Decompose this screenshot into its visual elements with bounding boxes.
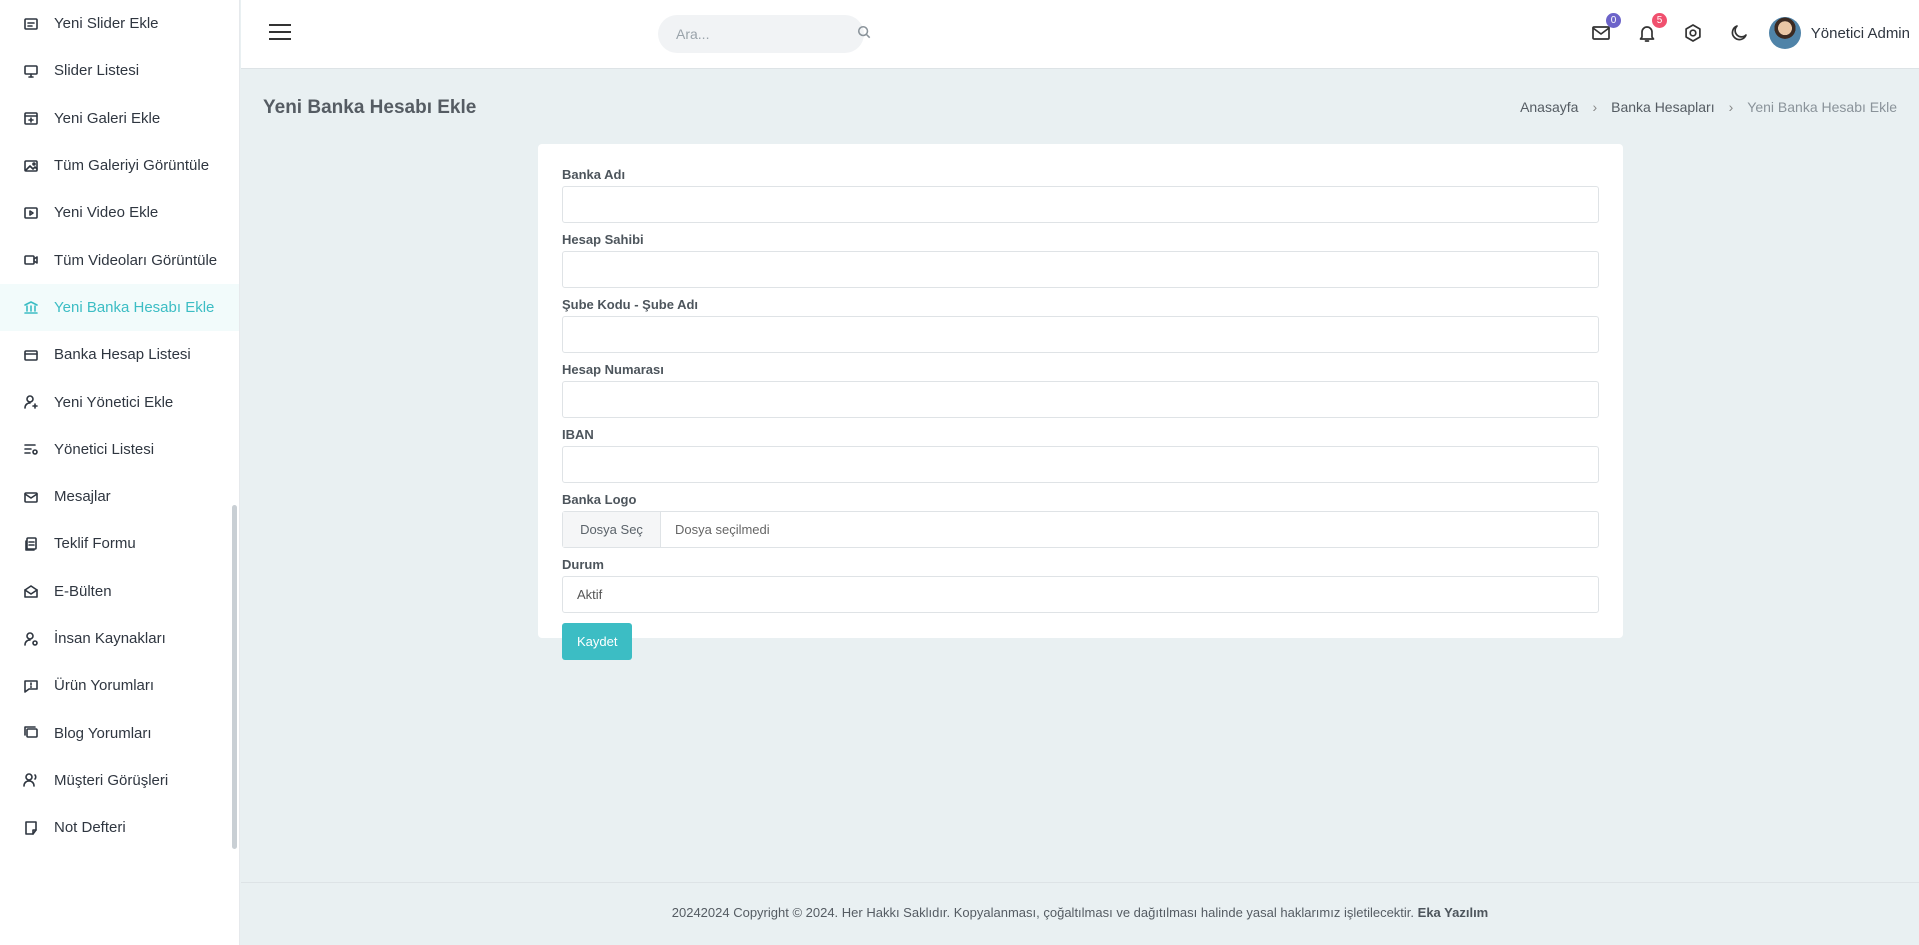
user-name: Yönetici Admin	[1810, 24, 1910, 42]
bank-name-label: Banka Adı	[562, 167, 626, 182]
footer-company: Eka Yazılım	[1417, 905, 1489, 920]
sidebar-item-bank[interactable]: Yeni Banka Hesabı Ekle	[0, 283, 239, 332]
mail-open-icon	[22, 582, 40, 600]
file-copy-icon	[22, 535, 40, 553]
status-label: Durum	[562, 557, 604, 572]
user-voice-icon	[22, 771, 40, 789]
choose-file-button[interactable]: Dosya Seç	[563, 512, 661, 547]
monitor-icon	[22, 62, 40, 80]
breadcrumb-home-link[interactable]: Anasayfa	[1520, 99, 1578, 115]
sidebar-item-mail-open[interactable]: E-Bülten	[0, 568, 239, 615]
bell-icon[interactable]: 5	[1637, 13, 1667, 45]
sidebar-item-label: Banka Hesap Listesi	[54, 346, 191, 364]
iban-input[interactable]	[562, 446, 1599, 483]
sidebar-item-slider-add[interactable]: Yeni Slider Ekle	[0, 0, 239, 47]
chat-history-icon	[22, 724, 40, 742]
sidebar-item-file-copy[interactable]: Teklif Formu	[0, 520, 239, 567]
sidebar-item-mail[interactable]: Mesajlar	[0, 473, 239, 520]
sidebar-item-label: İnsan Kaynakları	[54, 630, 166, 647]
sidebar-item-sticky-note[interactable]: Not Defteri	[0, 804, 239, 851]
sidebar-item-chat[interactable]: Ürün Yorumları	[0, 662, 239, 709]
bank-logo-label: Banka Logo	[562, 492, 637, 507]
sidebar-item-label: Yeni Slider Ekle	[54, 15, 159, 33]
mail-icon	[22, 488, 40, 506]
sidebar-item-label: Mesajlar	[54, 488, 111, 506]
breadcrumb-bank-accounts-link[interactable]: Banka Hesapları	[1611, 99, 1715, 115]
sidebar-item-label: Yeni Galeri Ekle	[54, 109, 161, 127]
save-button[interactable]: Kaydet	[562, 623, 633, 660]
user-menu[interactable]: Yönetici Admin	[1768, 17, 1910, 49]
sidebar-item-label: E-Bülten	[54, 582, 112, 600]
bank-account-form: Banka Adı Hesap Sahibi Şube Kodu - Şube …	[538, 144, 1623, 660]
breadcrumb: Anasayfa › Banka Hesapları › Yeni Banka …	[1520, 99, 1897, 115]
account-holder-label: Hesap Sahibi	[562, 232, 644, 247]
account-holder-input[interactable]	[562, 251, 1599, 288]
search-icon[interactable]	[857, 25, 871, 44]
video-icon	[22, 251, 40, 269]
bank-name-input[interactable]	[562, 186, 1599, 223]
menu-toggle-icon[interactable]	[269, 24, 291, 42]
sidebar-item-video[interactable]: Tüm Videoları Görüntüle	[0, 236, 239, 283]
sidebar-item-label: Tüm Galeriyi Görüntüle	[54, 157, 210, 175]
sidebar-item-label: Yeni Yönetici Ekle	[54, 393, 174, 411]
mail-icon[interactable]: 0	[1591, 13, 1621, 45]
sidebar-scrollbar[interactable]	[232, 505, 237, 849]
user-add-icon	[22, 393, 40, 411]
notification-count-badge: 5	[1652, 13, 1667, 28]
sidebar-item-label: Blog Yorumları	[54, 724, 152, 742]
image-icon	[22, 157, 40, 175]
topbar: 0 5 Yönetici Admin	[241, 0, 1919, 69]
page-title: Yeni Banka Hesabı Ekle	[263, 97, 477, 118]
sidebar-item-label: Not Defteri	[54, 819, 126, 837]
gear-icon[interactable]	[1683, 23, 1705, 45]
sidebar-item-label: Yeni Banka Hesabı Ekle	[54, 298, 215, 316]
user-settings-icon	[22, 630, 40, 648]
gallery-add-icon	[22, 109, 40, 127]
sidebar-item-video-add[interactable]: Yeni Video Ekle	[0, 189, 239, 236]
sidebar-item-label: Slider Listesi	[54, 62, 140, 80]
credit-card-icon	[22, 346, 40, 364]
search-box	[658, 15, 871, 53]
account-number-label: Hesap Numarası	[562, 362, 664, 377]
sidebar-item-list-settings[interactable]: Yönetici Listesi	[0, 426, 239, 473]
chevron-right-icon: ›	[1592, 99, 1598, 115]
sidebar-item-user-settings[interactable]: İnsan Kaynakları	[0, 615, 239, 662]
sidebar-item-label: Tüm Videoları Görüntüle	[54, 251, 218, 269]
bank-icon	[22, 298, 40, 316]
chevron-right-icon: ›	[1728, 99, 1734, 115]
status-select[interactable]: Aktif	[562, 576, 1599, 613]
slider-add-icon	[22, 15, 40, 33]
sidebar-item-image[interactable]: Tüm Galeriyi Görüntüle	[0, 142, 239, 189]
sidebar-menu: Yeni Slider Ekle Slider Listesi Yeni Galer…	[0, 0, 239, 851]
list-settings-icon	[22, 440, 40, 458]
video-add-icon	[22, 204, 40, 222]
chat-icon	[22, 677, 40, 695]
sidebar-item-label: Müşteri Görüşleri	[54, 771, 169, 789]
bank-logo-file-input[interactable]: Dosya Seç Dosya seçilmedi	[562, 511, 1599, 548]
sidebar-item-chat-history[interactable]: Blog Yorumları	[0, 709, 239, 756]
sidebar-item-label: Teklif Formu	[54, 535, 136, 553]
iban-label: IBAN	[562, 427, 594, 442]
footer: 20242024 Copyright © 2024. Her Hakkı Sak…	[241, 882, 1919, 945]
moon-icon[interactable]	[1729, 23, 1751, 45]
sidebar-item-user-voice[interactable]: Müşteri Görüşleri	[0, 757, 239, 804]
sidebar-item-monitor[interactable]: Slider Listesi	[0, 47, 239, 94]
search-input[interactable]	[676, 26, 857, 42]
breadcrumb-current: Yeni Banka Hesabı Ekle	[1747, 99, 1897, 115]
sidebar-item-credit-card[interactable]: Banka Hesap Listesi	[0, 331, 239, 378]
sidebar: Yeni Slider Ekle Slider Listesi Yeni Galer…	[0, 0, 240, 945]
footer-copyright: 20242024 Copyright © 2024. Her Hakkı Sak…	[671, 905, 1415, 920]
sidebar-item-label: Yönetici Listesi	[54, 440, 155, 458]
sticky-note-icon	[22, 819, 40, 837]
sidebar-item-label: Ürün Yorumları	[54, 677, 155, 695]
avatar[interactable]	[1768, 17, 1801, 49]
sidebar-item-gallery-add[interactable]: Yeni Galeri Ekle	[0, 95, 239, 142]
file-status-text: Dosya seçilmedi	[675, 522, 770, 537]
sidebar-item-user-add[interactable]: Yeni Yönetici Ekle	[0, 378, 239, 425]
mail-count-badge: 0	[1606, 13, 1621, 28]
account-number-input[interactable]	[562, 381, 1599, 418]
sidebar-item-label: Yeni Video Ekle	[54, 204, 159, 222]
branch-label: Şube Kodu - Şube Adı	[562, 297, 699, 312]
branch-input[interactable]	[562, 316, 1599, 353]
